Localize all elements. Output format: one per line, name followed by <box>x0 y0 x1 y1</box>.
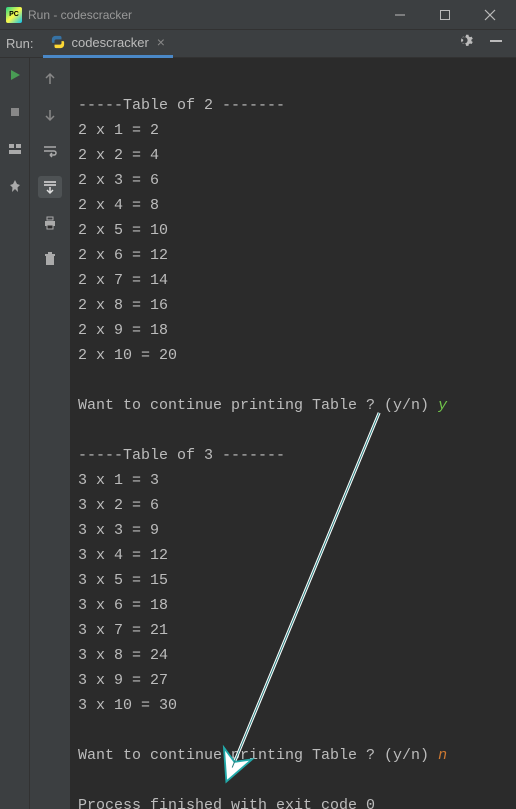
hide-button[interactable] <box>488 33 504 54</box>
console-output[interactable]: -----Table of 2 ------- 2 x 1 = 2 2 x 2 … <box>70 58 516 809</box>
left-gutter <box>0 58 30 809</box>
maximize-button[interactable] <box>422 1 467 29</box>
close-icon <box>484 9 496 21</box>
user-input: n <box>438 747 447 764</box>
output-line: Process finished with exit code 0 <box>78 797 375 809</box>
output-line: 3 x 7 = 21 <box>78 622 168 639</box>
output-line: 2 x 4 = 8 <box>78 197 159 214</box>
python-icon <box>51 35 65 49</box>
minimize-panel-icon <box>488 33 504 49</box>
output-line: 2 x 3 = 6 <box>78 172 159 189</box>
print-icon <box>42 215 58 231</box>
output-line: 3 x 5 = 15 <box>78 572 168 589</box>
output-line: 3 x 6 = 18 <box>78 597 168 614</box>
output-line: -----Table of 3 ------- <box>78 447 285 464</box>
soft-wrap-icon <box>42 143 58 159</box>
window-controls <box>377 1 512 29</box>
output-line: 3 x 3 = 9 <box>78 522 159 539</box>
output-line: 2 x 10 = 20 <box>78 347 177 364</box>
output-line: 3 x 9 = 27 <box>78 672 168 689</box>
output-line: -----Table of 2 ------- <box>78 97 285 114</box>
run-tabbar: Run: codescracker × <box>0 30 516 58</box>
settings-button[interactable] <box>458 33 474 54</box>
up-button[interactable] <box>38 68 62 90</box>
output-line: Want to continue printing Table ? (y/n) <box>78 397 438 414</box>
close-button[interactable] <box>467 1 512 29</box>
window-title: Run - codescracker <box>28 8 377 22</box>
gear-icon <box>458 33 474 49</box>
scroll-end-icon <box>42 179 58 195</box>
tab-close-button[interactable]: × <box>157 34 165 50</box>
output-line: 3 x 1 = 3 <box>78 472 159 489</box>
output-line: 2 x 8 = 16 <box>78 297 168 314</box>
output-line: 2 x 7 = 14 <box>78 272 168 289</box>
tabbar-right <box>458 33 510 54</box>
action-column <box>30 58 70 809</box>
maximize-icon <box>439 9 451 21</box>
tab-codescracker[interactable]: codescracker × <box>43 30 173 58</box>
minimize-icon <box>394 9 406 21</box>
output-line: Want to continue printing Table ? (y/n) <box>78 747 438 764</box>
stop-button[interactable] <box>8 105 22 124</box>
output-line: 2 x 2 = 4 <box>78 147 159 164</box>
user-input: y <box>438 397 447 414</box>
run-label: Run: <box>6 36 33 51</box>
output-line: 3 x 2 = 6 <box>78 497 159 514</box>
output-line: 2 x 5 = 10 <box>78 222 168 239</box>
soft-wrap-button[interactable] <box>38 140 62 162</box>
output-line: 3 x 10 = 30 <box>78 697 177 714</box>
play-icon <box>8 68 22 82</box>
tab-name: codescracker <box>71 35 148 50</box>
trash-icon <box>42 251 58 267</box>
pin-button[interactable] <box>8 179 22 198</box>
output-line: 2 x 1 = 2 <box>78 122 159 139</box>
minimize-button[interactable] <box>377 1 422 29</box>
titlebar: PC Run - codescracker <box>0 0 516 30</box>
main-area: -----Table of 2 ------- 2 x 1 = 2 2 x 2 … <box>0 58 516 809</box>
app-icon: PC <box>6 7 22 23</box>
down-button[interactable] <box>38 104 62 126</box>
output-line: 2 x 9 = 18 <box>78 322 168 339</box>
arrow-down-icon <box>42 107 58 123</box>
pin-icon <box>8 179 22 193</box>
output-line: 3 x 4 = 12 <box>78 547 168 564</box>
output-line: 2 x 6 = 12 <box>78 247 168 264</box>
layout-icon <box>8 142 22 156</box>
clear-button[interactable] <box>38 248 62 270</box>
print-button[interactable] <box>38 212 62 234</box>
rerun-button[interactable] <box>8 68 22 87</box>
scroll-to-end-button[interactable] <box>38 176 62 198</box>
output-line: 3 x 8 = 24 <box>78 647 168 664</box>
layout-button[interactable] <box>8 142 22 161</box>
stop-icon <box>8 105 22 119</box>
arrow-up-icon <box>42 71 58 87</box>
